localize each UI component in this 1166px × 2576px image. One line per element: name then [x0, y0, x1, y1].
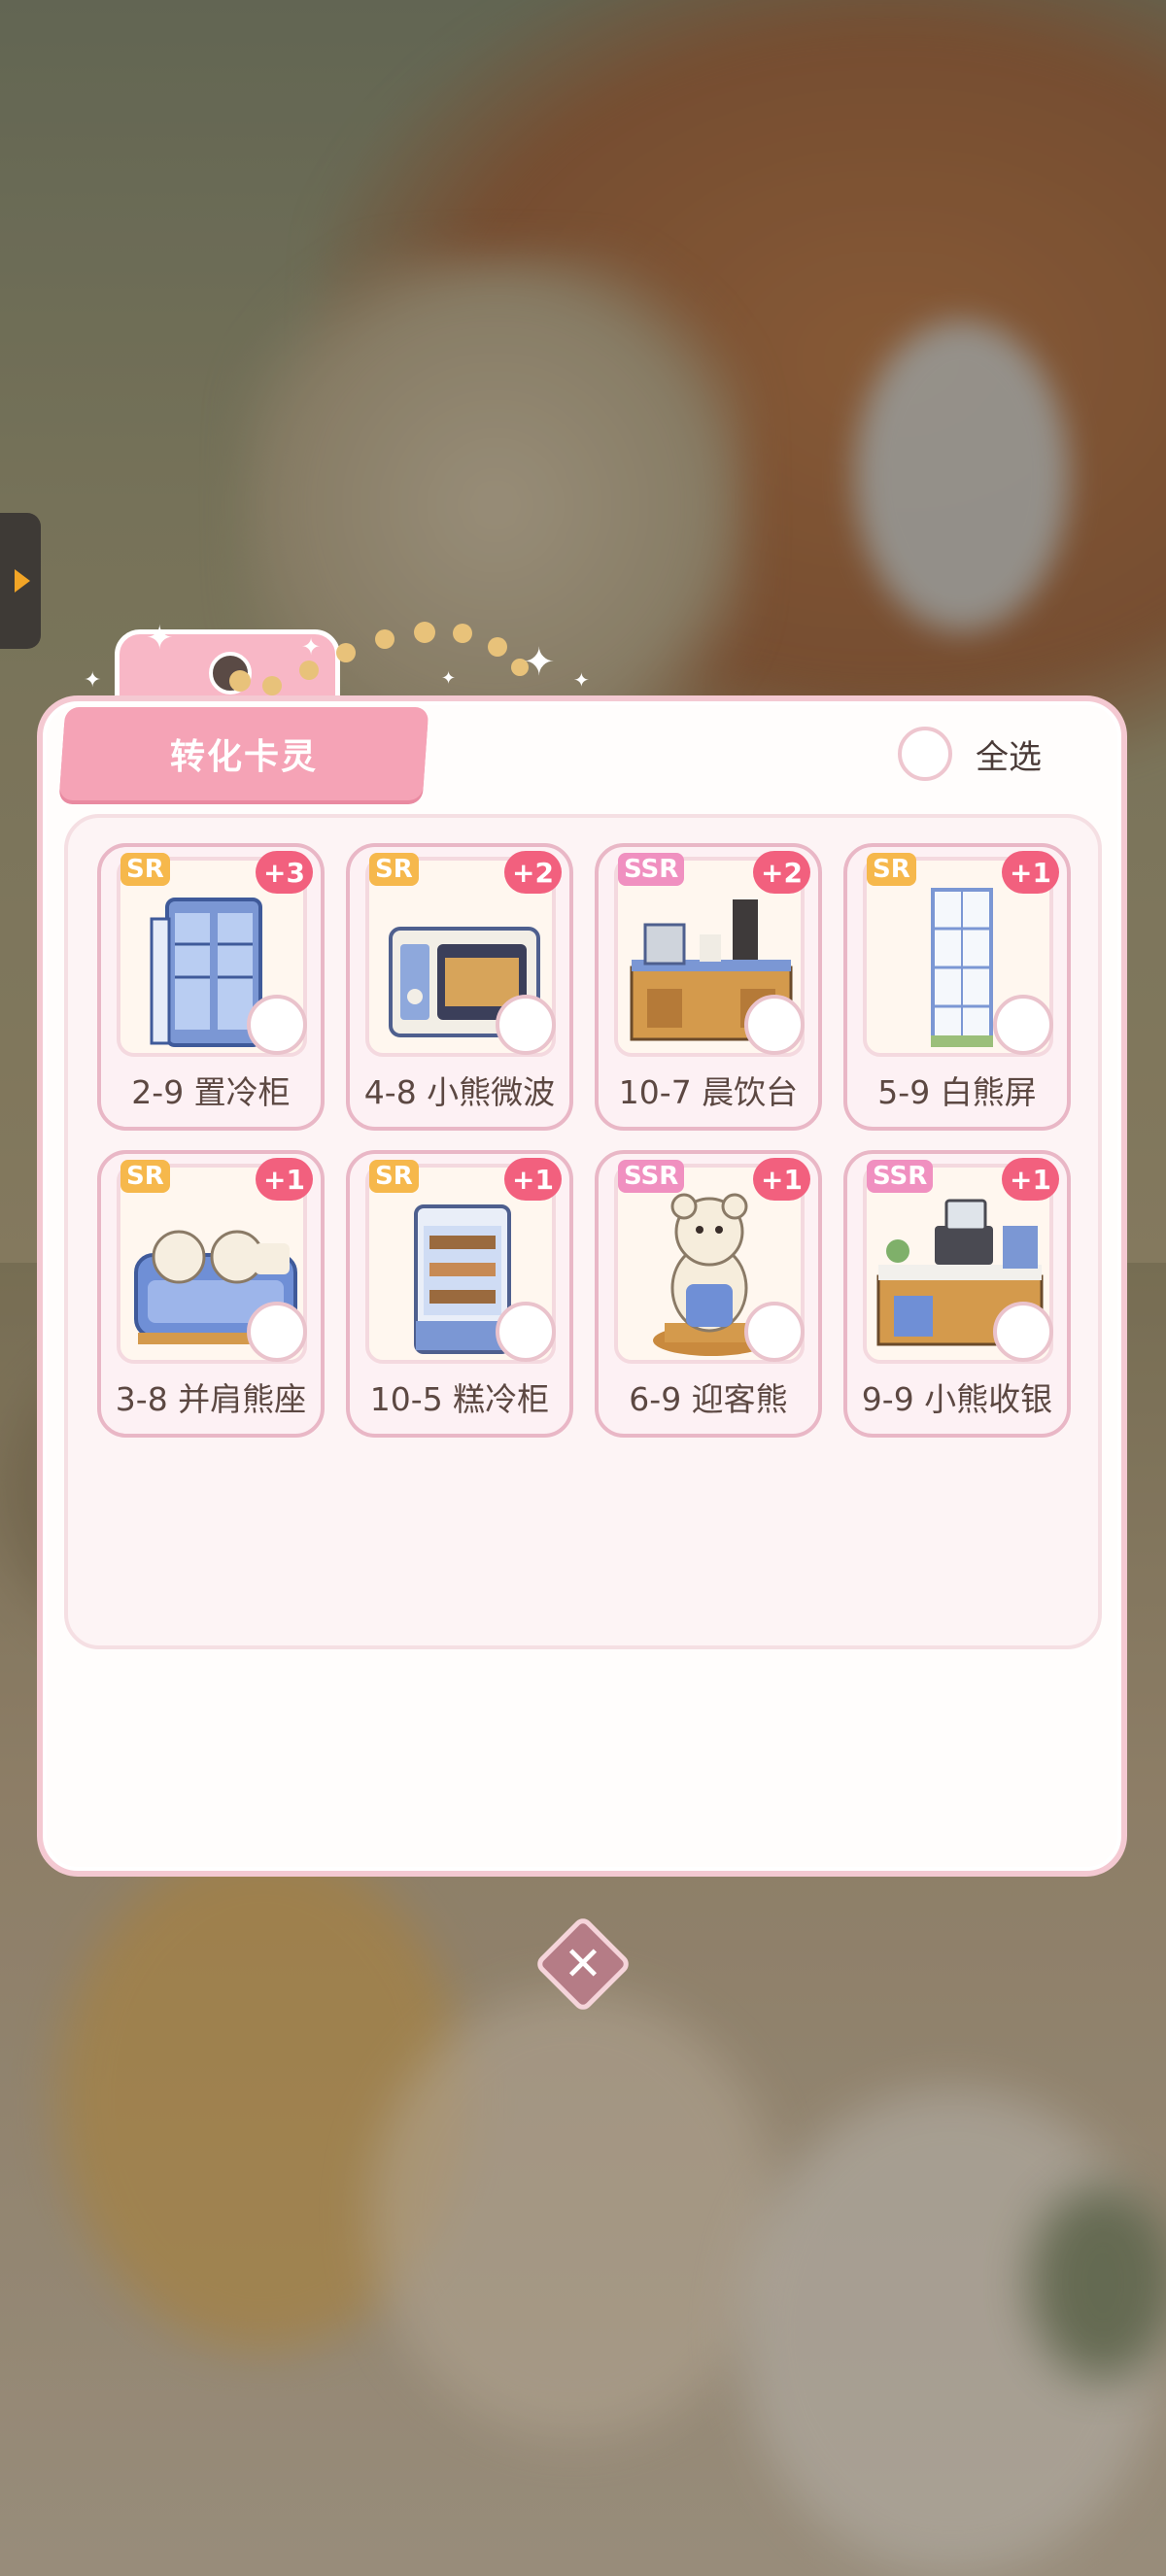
card-item[interactable]: SR +2 4-8 小熊微波	[346, 843, 573, 1131]
select-all-radio[interactable]	[898, 727, 952, 781]
count-badge: +2	[504, 851, 562, 894]
select-all-toggle[interactable]: 全选	[898, 727, 1042, 781]
card-item[interactable]: SSR +1 6-9 迎客熊	[595, 1150, 822, 1438]
rarity-badge: SR	[120, 1160, 170, 1193]
card-label: 2-9 置冷柜	[131, 1073, 291, 1111]
card-select-radio[interactable]	[744, 995, 805, 1055]
count-badge: +1	[504, 1158, 562, 1201]
card-select-radio[interactable]	[247, 1302, 307, 1362]
select-all-label: 全选	[976, 737, 1042, 777]
card-label: 4-8 小熊微波	[363, 1073, 556, 1111]
card-select-radio[interactable]	[496, 995, 556, 1055]
count-badge: +1	[1002, 1158, 1059, 1201]
expand-arrow-icon	[15, 569, 30, 593]
rarity-badge: SSR	[867, 1160, 934, 1193]
panel-title: 转化卡灵	[169, 737, 318, 777]
rarity-badge: SR	[867, 853, 916, 886]
rarity-badge: SR	[369, 853, 419, 886]
close-icon[interactable]: ✕	[548, 1929, 618, 1999]
card-item[interactable]: SSR +2 10-7 晨饮台	[595, 843, 822, 1131]
card-label: 9-9 小熊收银	[861, 1380, 1053, 1418]
card-select-radio[interactable]	[744, 1302, 805, 1362]
count-badge: +1	[753, 1158, 810, 1201]
rarity-badge: SSR	[618, 1160, 685, 1193]
card-select-radio[interactable]	[496, 1302, 556, 1362]
count-badge: +2	[753, 851, 810, 894]
card-item[interactable]: SSR +1 9-9 小熊收银	[843, 1150, 1071, 1438]
card-label: 10-5 糕冷柜	[369, 1380, 550, 1418]
rarity-badge: SSR	[618, 853, 685, 886]
card-label: 10-7 晨饮台	[618, 1073, 799, 1111]
card-item[interactable]: SR +1 3-8 并肩熊座	[97, 1150, 325, 1438]
card-label: 3-8 并肩熊座	[115, 1380, 307, 1418]
side-drawer-tab[interactable]	[0, 513, 41, 649]
card-item[interactable]: SR +3 2-9 置冷柜	[97, 843, 325, 1131]
card-select-radio[interactable]	[993, 995, 1053, 1055]
card-item[interactable]: SR +1 5-9 白熊屏	[843, 843, 1071, 1131]
count-badge: +3	[256, 851, 313, 894]
rarity-badge: SR	[120, 853, 170, 886]
card-select-radio[interactable]	[247, 995, 307, 1055]
count-badge: +1	[256, 1158, 313, 1201]
card-item[interactable]: SR +1 10-5 糕冷柜	[346, 1150, 573, 1438]
card-label: 5-9 白熊屏	[877, 1073, 1037, 1111]
card-select-radio[interactable]	[993, 1302, 1053, 1362]
count-badge: +1	[1002, 851, 1059, 894]
card-label: 6-9 迎客熊	[629, 1380, 788, 1418]
rarity-badge: SR	[369, 1160, 419, 1193]
